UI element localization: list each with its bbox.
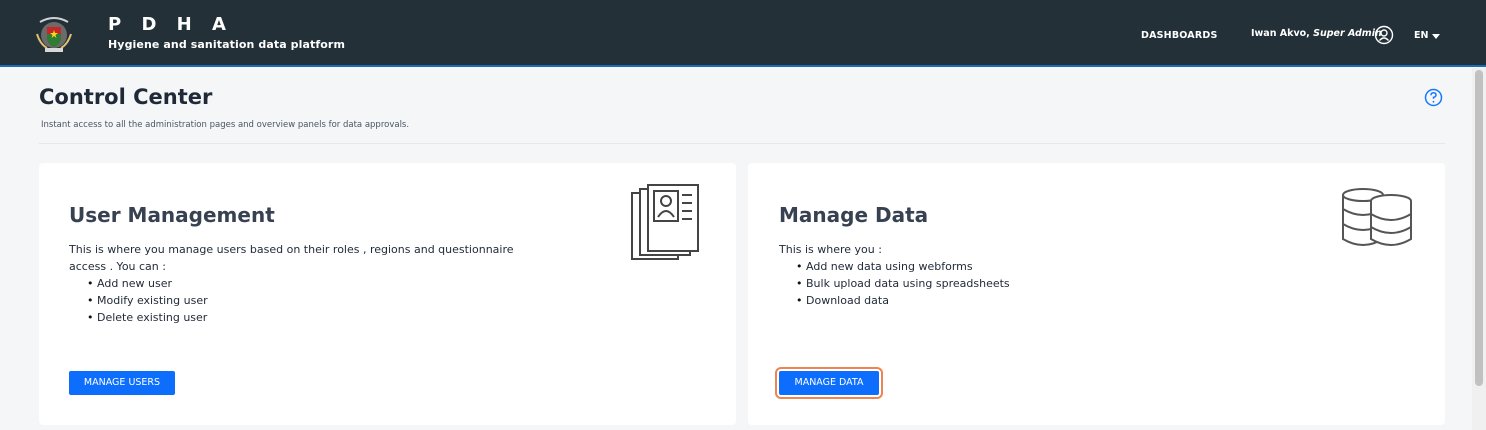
manage-users-button[interactable]: MANAGE USERS <box>69 371 175 395</box>
user-documents-icon <box>631 184 699 260</box>
manage-data-description: This is where you : <box>779 243 882 256</box>
top-navbar: P D H A Hygiene and sanitation data plat… <box>0 0 1486 67</box>
manage-data-card: Manage Data This is where you : Add new … <box>748 163 1445 425</box>
scrollbar-thumb[interactable] <box>1475 70 1483 386</box>
user-role: Super Admin <box>1313 28 1382 39</box>
database-icon <box>1342 188 1412 246</box>
language-selector[interactable]: EN <box>1414 30 1428 41</box>
user-management-card: User Management This is where you manage… <box>39 163 736 425</box>
page-scrollbar[interactable] <box>1472 68 1486 430</box>
manage-data-title: Manage Data <box>779 203 929 227</box>
list-item: Modify existing user <box>87 292 208 309</box>
caret-down-icon[interactable] <box>1432 34 1440 39</box>
list-item: Add new data using webforms <box>796 258 1010 275</box>
list-item: Add new user <box>87 275 208 292</box>
list-item: Delete existing user <box>87 309 208 326</box>
app-subtitle: Hygiene and sanitation data platform <box>108 38 346 51</box>
page-description: Instant access to all the administration… <box>41 120 410 130</box>
list-item: Download data <box>796 292 1010 309</box>
user-name: Iwan Akvo, <box>1251 28 1310 39</box>
list-item: Bulk upload data using spreadsheets <box>796 275 1010 292</box>
app-title: P D H A <box>108 14 233 35</box>
dashboards-link[interactable]: DASHBOARDS <box>1141 30 1218 41</box>
manage-data-button[interactable]: MANAGE DATA <box>779 371 879 395</box>
user-management-list: Add new user Modify existing user Delete… <box>87 275 208 326</box>
user-management-title: User Management <box>69 203 275 227</box>
user-management-description: This is where you manage users based on … <box>69 243 514 273</box>
help-circle-icon[interactable] <box>1424 88 1443 107</box>
page-title: Control Center <box>39 85 213 109</box>
user-circle-icon[interactable] <box>1374 25 1394 45</box>
manage-data-list: Add new data using webforms Bulk upload … <box>796 258 1010 309</box>
coat-of-arms-logo[interactable] <box>32 12 76 56</box>
user-menu[interactable]: Iwan Akvo, Super Admin <box>1251 28 1382 39</box>
header-divider <box>39 143 1445 144</box>
